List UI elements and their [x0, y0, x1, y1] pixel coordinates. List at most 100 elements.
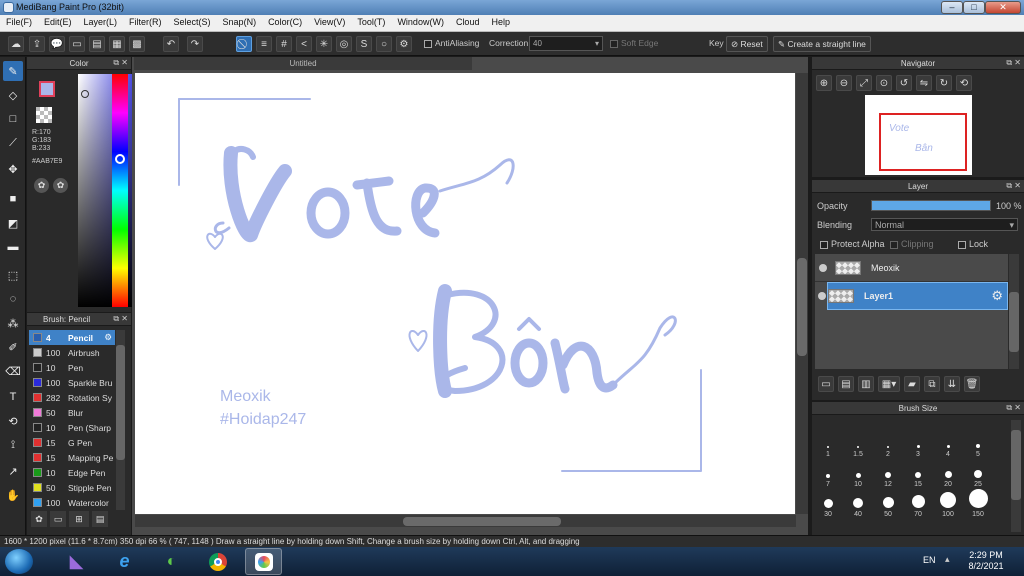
fit-icon[interactable]: ⤢	[856, 75, 872, 91]
brush-size-option[interactable]: 7	[813, 458, 843, 488]
brush-size-option[interactable]: 12	[873, 458, 903, 488]
reset-view-icon[interactable]: ⟲	[956, 75, 972, 91]
brush-size-option[interactable]: 10	[843, 458, 873, 488]
rotate-left-icon[interactable]: ↺	[896, 75, 912, 91]
menu-layer[interactable]: Layer(L)	[78, 15, 124, 29]
visibility-icon[interactable]	[818, 292, 826, 300]
menu-filter[interactable]: Filter(R)	[123, 15, 168, 29]
brush-size-option[interactable]: 5	[963, 420, 993, 458]
visual-studio-icon[interactable]: ◣	[58, 548, 95, 575]
brush-item[interactable]: 15 Mapping Pe	[29, 450, 115, 465]
add-brush-icon[interactable]: ⊞	[69, 511, 89, 527]
menu-view[interactable]: View(V)	[308, 15, 351, 29]
hand-tool-icon[interactable]: ✋	[3, 485, 23, 505]
eraser-tool-icon[interactable]: ◇	[3, 85, 23, 105]
hue-slider[interactable]	[112, 74, 128, 307]
cross-snap-icon[interactable]: #	[276, 36, 292, 52]
reset-button[interactable]: ⊘ Reset	[726, 36, 768, 52]
maximize-button[interactable]: □	[963, 1, 985, 14]
brush-size-option[interactable]: 4	[933, 420, 963, 458]
add-layer-menu-icon[interactable]: ▦▾	[878, 376, 900, 392]
fill-rect-tool-icon[interactable]: ■	[3, 189, 23, 209]
lock-checkbox[interactable]	[958, 240, 966, 249]
new-8bit-layer-icon[interactable]: ▥	[858, 376, 874, 392]
panel-controls-icon[interactable]: ⧉ ✕	[1006, 58, 1021, 68]
new-brush-icon[interactable]: ▭	[50, 511, 66, 527]
brush-item[interactable]: 100 Airbrush	[29, 345, 115, 360]
magic-wand-icon[interactable]: ⁂	[3, 313, 23, 333]
brush-size-option[interactable]: 1	[813, 420, 843, 458]
drawing-canvas[interactable]: Meoxik #Hoidap247	[135, 73, 795, 514]
text-tool-icon[interactable]: T	[3, 387, 23, 407]
flip-icon[interactable]: ⇋	[916, 75, 932, 91]
horizontal-scroll-thumb[interactable]	[403, 517, 561, 526]
settings-icon[interactable]: ⚙	[396, 36, 412, 52]
new-halftone-layer-icon[interactable]: ▤	[838, 376, 854, 392]
lock-toggle[interactable]: Lock	[958, 239, 988, 249]
protect-alpha-checkbox[interactable]	[820, 240, 828, 249]
select-rect-icon[interactable]: ⬚	[3, 265, 23, 285]
zoom-out-icon[interactable]: ⊖	[836, 75, 852, 91]
cloud-icon[interactable]: ☁	[8, 36, 24, 52]
sv-cursor[interactable]	[81, 90, 89, 98]
protect-alpha-toggle[interactable]: Protect Alpha	[820, 239, 885, 249]
panel-controls-icon[interactable]: ⧉ ✕	[113, 314, 128, 324]
brush-item[interactable]: 15 G Pen	[29, 435, 115, 450]
start-button[interactable]	[5, 549, 33, 574]
folder-icon[interactable]: ▰	[904, 376, 920, 392]
grid-icon[interactable]: ▩	[129, 36, 145, 52]
brush-size-option[interactable]: 1.5	[843, 420, 873, 458]
menu-file[interactable]: File(F)	[0, 15, 38, 29]
brush-size-option[interactable]: 150	[963, 488, 993, 518]
correction-select[interactable]: 40 ▾	[529, 36, 603, 51]
language-indicator[interactable]: EN	[923, 555, 936, 565]
curve-snap-icon[interactable]: S	[356, 36, 372, 52]
medibang-taskbar-icon[interactable]	[245, 548, 282, 575]
navigator-preview[interactable]: Vote Bân	[865, 95, 972, 175]
gradient-tool-icon[interactable]: ▬	[3, 237, 23, 257]
actual-size-icon[interactable]: ⊙	[876, 75, 892, 91]
menu-select[interactable]: Select(S)	[168, 15, 217, 29]
layer-scrollbar[interactable]	[1009, 254, 1019, 369]
menu-cloud[interactable]: Cloud	[450, 15, 486, 29]
brush-size-option[interactable]: 100	[933, 488, 963, 518]
visibility-icon[interactable]	[819, 263, 827, 272]
bucket-tool-icon[interactable]: ◩	[3, 213, 23, 233]
brush-item[interactable]: 282 Rotation Sy	[29, 390, 115, 405]
eyedropper-icon[interactable]: ⟟	[3, 435, 23, 455]
brush-settings-icon[interactable]: ✿	[31, 511, 47, 527]
foreground-color-swatch[interactable]	[39, 81, 55, 97]
brush-list-scrollbar[interactable]	[116, 330, 125, 510]
comment-icon[interactable]: 💬	[49, 36, 65, 52]
clipping-toggle[interactable]: Clipping	[890, 239, 934, 249]
menu-window[interactable]: Window(W)	[391, 15, 450, 29]
close-button[interactable]: ✕	[985, 1, 1021, 14]
snap-off-icon[interactable]: ⃠	[236, 36, 252, 52]
brush-size-option[interactable]: 30	[813, 488, 843, 518]
line-tool-icon[interactable]: ⟋	[3, 133, 23, 153]
brush-size-option[interactable]: 70	[903, 488, 933, 518]
brush-list-icon[interactable]: ▤	[92, 511, 108, 527]
share-icon[interactable]: ⇪	[29, 36, 45, 52]
brush-size-scrollbar[interactable]	[1011, 420, 1021, 532]
brush-size-option[interactable]: 25	[963, 458, 993, 488]
clock[interactable]: 2:29 PM 8/2/2021	[960, 550, 1012, 572]
menu-tool[interactable]: Tool(T)	[351, 15, 391, 29]
parallel-snap-icon[interactable]: ≡	[256, 36, 272, 52]
merge-layer-icon[interactable]: ⇊	[944, 376, 960, 392]
operation-tool-icon[interactable]: ↗	[3, 461, 23, 481]
brush-item[interactable]: 100 Watercolor	[29, 495, 115, 510]
saturation-value-picker[interactable]	[78, 74, 138, 307]
select-pen-icon[interactable]: ✐	[3, 337, 23, 357]
brush-tool-icon[interactable]: ✎	[3, 61, 23, 81]
vertical-scroll-thumb[interactable]	[797, 258, 807, 356]
ellipse-snap-icon[interactable]: ○	[376, 36, 392, 52]
soft-edge-toggle[interactable]: Soft Edge	[610, 38, 658, 48]
redo-icon[interactable]: ↷	[187, 36, 203, 52]
palette-icon[interactable]: ✿	[34, 178, 49, 193]
straight-line-button[interactable]: ✎ Create a straight line	[773, 36, 871, 52]
brush-item[interactable]: 4 Pencil ⚙	[29, 330, 115, 345]
delete-layer-icon[interactable]: 🗑	[964, 376, 980, 392]
transparent-color-swatch[interactable]	[36, 107, 52, 123]
clipping-checkbox[interactable]	[890, 240, 898, 249]
